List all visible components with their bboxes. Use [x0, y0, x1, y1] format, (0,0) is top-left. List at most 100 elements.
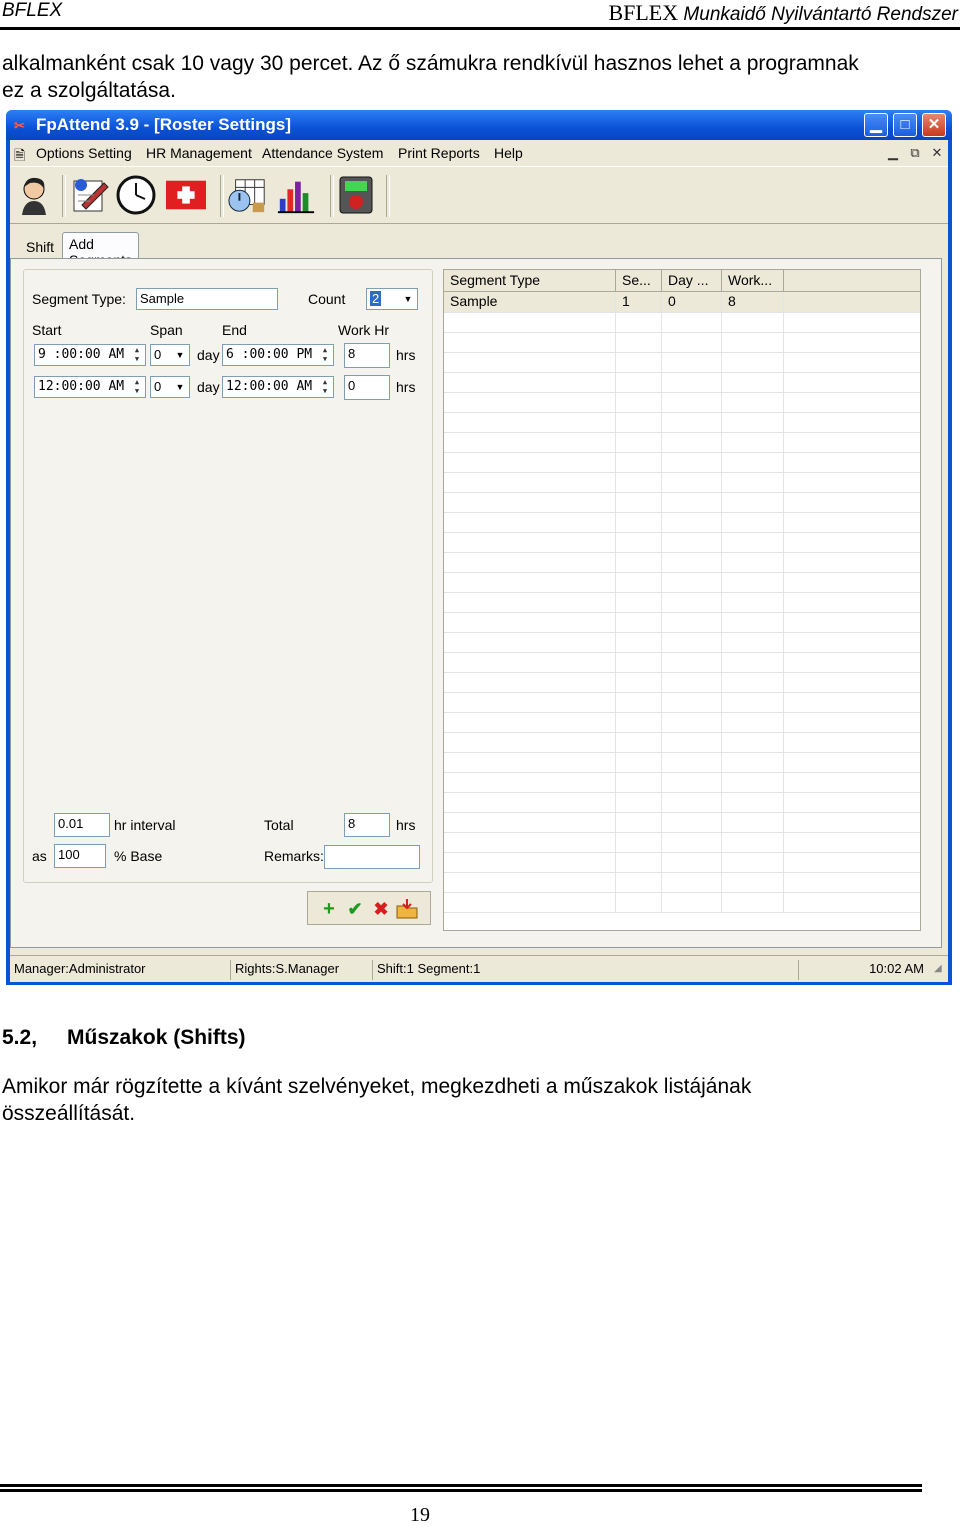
table-cell: [616, 452, 662, 472]
empty-row: [444, 672, 920, 693]
remarks-input[interactable]: [324, 845, 420, 869]
add-icon[interactable]: +: [318, 898, 340, 920]
mdi-minimize-icon[interactable]: ▁: [884, 144, 902, 162]
table-cell: [616, 432, 662, 452]
chevron-down-icon[interactable]: ▼: [172, 346, 188, 364]
empty-row: [444, 552, 920, 573]
table-cell: [722, 812, 784, 832]
section-title: Műszakok (Shifts): [67, 1026, 246, 1049]
table-cell: [616, 852, 662, 872]
empty-row: [444, 652, 920, 673]
menu-hr-management[interactable]: HR Management: [146, 145, 252, 161]
spin-arrows-icon[interactable]: ▲ ▼: [318, 378, 332, 396]
action-button-bar: + ✔ ✖: [307, 891, 431, 925]
end-time-input[interactable]: 6 :00:00 PM ▲ ▼: [222, 344, 334, 366]
table-cell: [722, 452, 784, 472]
table-cell: [722, 332, 784, 352]
grid-header-work[interactable]: Work...: [722, 270, 784, 292]
interval-input[interactable]: 0.01: [54, 813, 110, 837]
grid-header: Segment Type Se... Day ... Work...: [444, 270, 920, 292]
table-cell: [722, 672, 784, 692]
close-button[interactable]: ✕: [922, 113, 946, 137]
minimize-button[interactable]: ▁: [864, 113, 888, 137]
table-cell: [444, 772, 616, 792]
work-hr-input[interactable]: 8: [344, 343, 390, 368]
resize-grip-icon[interactable]: ◢: [930, 960, 944, 980]
table-cell: [662, 712, 722, 732]
mdi-restore-icon[interactable]: ⧉: [906, 144, 924, 162]
table-cell: [662, 512, 722, 532]
menu-options-setting[interactable]: Options Setting: [36, 145, 132, 161]
work-hr-input[interactable]: 0: [344, 375, 390, 400]
end-time-value: 6 :00:00 PM: [226, 347, 313, 362]
save-folder-icon[interactable]: [396, 898, 418, 920]
table-cell: [662, 772, 722, 792]
table-cell: [722, 692, 784, 712]
hrs-label: hrs: [396, 379, 416, 395]
bar-chart-icon[interactable]: [276, 175, 316, 215]
grid-header-segment-type[interactable]: Segment Type: [444, 270, 616, 292]
table-cell: [616, 472, 662, 492]
table-cell: [616, 832, 662, 852]
table-cell: [722, 652, 784, 672]
confirm-icon[interactable]: ✔: [344, 898, 366, 920]
terminal-icon[interactable]: [336, 175, 376, 215]
delete-icon[interactable]: ✖: [370, 898, 392, 920]
spin-arrows-icon[interactable]: ▲ ▼: [318, 346, 332, 364]
empty-row: [444, 732, 920, 753]
menu-print-reports[interactable]: Print Reports: [398, 145, 480, 161]
total-input[interactable]: 8: [344, 813, 390, 837]
table-cell: [662, 672, 722, 692]
empty-row: [444, 632, 920, 653]
end-time-input[interactable]: 12:00:00 AM ▲ ▼: [222, 376, 334, 398]
table-row[interactable]: Sample 1 0 8: [444, 292, 920, 313]
table-cell: [444, 612, 616, 632]
total-unit-label: hrs: [396, 817, 416, 833]
count-select[interactable]: 2 ▼: [366, 288, 418, 310]
span-select[interactable]: 0 ▼: [150, 376, 190, 398]
status-rights: Rights:S.Manager: [230, 960, 370, 980]
table-cell: [722, 572, 784, 592]
footer-rule: [0, 1489, 922, 1492]
table-cell: [722, 512, 784, 532]
segment-type-input[interactable]: Sample: [136, 288, 278, 310]
maximize-button[interactable]: □: [893, 113, 917, 137]
table-cell: [662, 732, 722, 752]
chevron-down-icon[interactable]: ▼: [400, 290, 416, 308]
tab-shift[interactable]: Shift: [20, 236, 60, 258]
schedule-icon[interactable]: [228, 175, 268, 215]
mdi-close-icon[interactable]: ✕: [928, 144, 946, 162]
start-time-input[interactable]: 12:00:00 AM ▲ ▼: [34, 376, 146, 398]
table-cell: [722, 852, 784, 872]
table-cell: [616, 732, 662, 752]
grid-header-filler: [784, 270, 920, 292]
table-cell: [722, 792, 784, 812]
base-input[interactable]: 100: [54, 844, 106, 868]
spin-arrows-icon[interactable]: ▲ ▼: [130, 378, 144, 396]
table-cell: 1: [616, 292, 662, 312]
table-cell: [722, 312, 784, 332]
segment-form-group: Segment Type: Sample Count 2 ▼ Start Spa…: [23, 269, 433, 883]
table-cell: [444, 872, 616, 892]
app-window: ✂ FpAttend 3.9 - [Roster Settings] ▁ □ ✕…: [6, 110, 952, 985]
table-cell: [444, 432, 616, 452]
menu-bar: 🗎 Options Setting HR Management Attendan…: [10, 140, 948, 166]
start-time-input[interactable]: 9 :00:00 AM ▲ ▼: [34, 344, 146, 366]
menu-help[interactable]: Help: [494, 145, 523, 161]
menu-attendance-system[interactable]: Attendance System: [262, 145, 383, 161]
first-aid-icon[interactable]: [166, 175, 206, 215]
grid-header-day[interactable]: Day ...: [662, 270, 722, 292]
grid-header-seq[interactable]: Se...: [616, 270, 662, 292]
clock-icon[interactable]: [116, 175, 156, 215]
table-cell: [662, 792, 722, 812]
table-cell: [444, 652, 616, 672]
tab-add-segments[interactable]: Add Segments: [62, 232, 140, 268]
chevron-down-icon[interactable]: ▼: [172, 378, 188, 396]
notes-icon[interactable]: [70, 175, 110, 215]
table-cell: [662, 312, 722, 332]
table-cell: [662, 752, 722, 772]
span-select[interactable]: 0 ▼: [150, 344, 190, 366]
employee-icon[interactable]: [14, 175, 54, 215]
header-rule: [0, 27, 960, 30]
spin-arrows-icon[interactable]: ▲ ▼: [130, 346, 144, 364]
